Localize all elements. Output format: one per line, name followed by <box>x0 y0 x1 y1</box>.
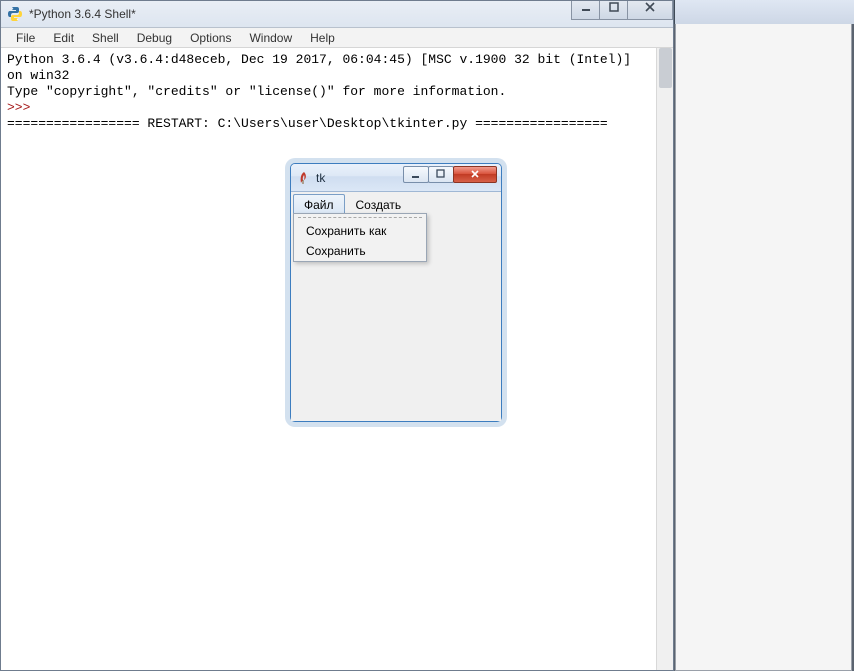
menu-file[interactable]: File <box>7 29 44 47</box>
tk-minimize-button[interactable] <box>403 166 429 183</box>
tk-titlebar[interactable]: tk <box>291 164 501 192</box>
idle-vertical-scrollbar[interactable] <box>656 48 673 670</box>
idle-menubar: File Edit Shell Debug Options Window Hel… <box>1 28 673 48</box>
shell-prompt: >>> <box>7 100 30 115</box>
shell-restart-banner: ================= RESTART: C:\Users\user… <box>7 116 667 132</box>
tkinter-window: tk Файл Создать Сохранить как Сохранить <box>290 163 502 422</box>
shell-output-line: on win32 <box>7 68 667 84</box>
menu-item-save-as[interactable]: Сохранить как <box>294 221 426 241</box>
shell-output-line: Type "copyright", "credits" or "license(… <box>7 84 667 100</box>
scrollbar-thumb[interactable] <box>659 48 672 88</box>
idle-minimize-button[interactable] <box>571 1 600 20</box>
tk-feather-icon <box>297 171 311 185</box>
menu-options[interactable]: Options <box>181 29 240 47</box>
menu-edit[interactable]: Edit <box>44 29 83 47</box>
idle-maximize-button[interactable] <box>599 1 628 20</box>
python-icon <box>7 6 23 22</box>
menu-separator <box>298 217 422 218</box>
tk-close-button[interactable] <box>453 166 497 183</box>
menu-item-save[interactable]: Сохранить <box>294 241 426 261</box>
tk-file-dropdown: Сохранить как Сохранить <box>293 213 427 262</box>
menu-shell[interactable]: Shell <box>83 29 128 47</box>
idle-window-controls <box>572 1 673 20</box>
idle-window-title: *Python 3.6.4 Shell* <box>29 7 136 21</box>
menu-help[interactable]: Help <box>301 29 344 47</box>
tk-maximize-button[interactable] <box>428 166 454 183</box>
tk-window-title: tk <box>316 171 325 185</box>
shell-output-line: Python 3.6.4 (v3.6.4:d48eceb, Dec 19 201… <box>7 52 667 68</box>
right-window-titlebar <box>675 0 854 24</box>
idle-close-button[interactable] <box>627 1 673 20</box>
tk-window-controls <box>404 166 497 183</box>
menu-debug[interactable]: Debug <box>128 29 181 47</box>
menu-window[interactable]: Window <box>240 29 301 47</box>
right-window-body <box>675 24 852 671</box>
idle-titlebar[interactable]: *Python 3.6.4 Shell* <box>1 1 673 28</box>
